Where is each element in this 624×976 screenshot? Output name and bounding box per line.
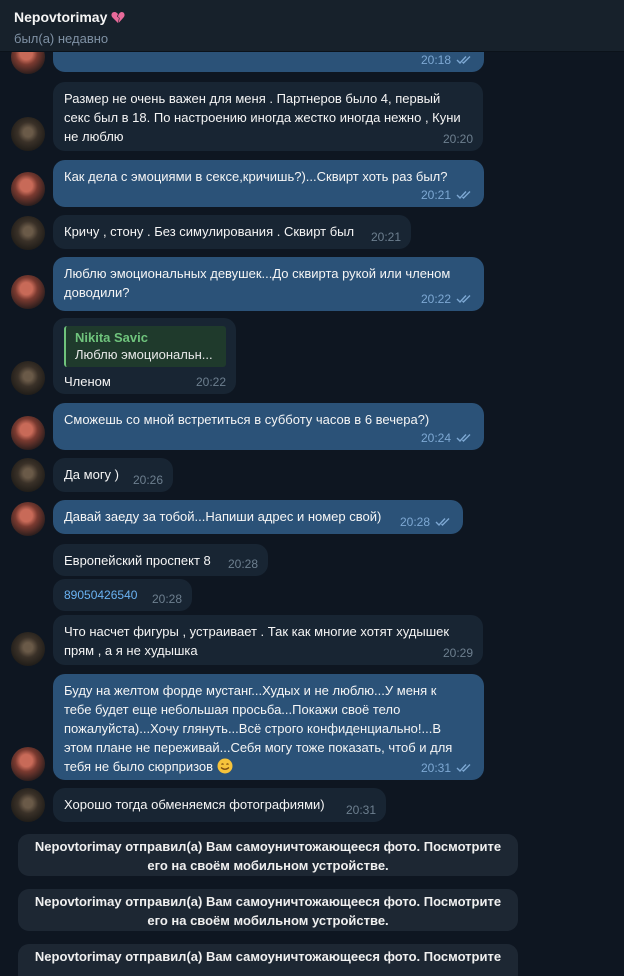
message-meta: 20:21 [371, 230, 401, 244]
message-meta: 20:22 [196, 375, 226, 389]
avatar[interactable] [11, 502, 45, 536]
message-text: Что насчет фигуры , устраивает . Так как… [64, 624, 450, 658]
message-time: 20:24 [420, 431, 451, 445]
message-bubble[interactable]: Размер не очень важен для меня . Партнер… [53, 82, 483, 151]
message-time: 20:20 [442, 132, 473, 146]
contact-name: Nepovtorimay [14, 9, 108, 25]
double-check-icon [456, 434, 471, 443]
message-bubble[interactable]: Да могу ) 20:26 [53, 458, 173, 492]
message-text: Буду на желтом форде мустанг...Худых и н… [64, 681, 464, 776]
message-meta: 20:31 [421, 761, 474, 775]
double-check-icon [435, 518, 450, 527]
service-message[interactable]: Nepovtorimay отправил(а) Вам самоуничтож… [18, 944, 518, 976]
double-check-icon [456, 764, 471, 773]
message-time: 20:18 [420, 53, 451, 67]
avatar[interactable] [11, 361, 45, 395]
message-meta: 20:18 [421, 53, 474, 67]
message-text: Давай заеду за тобой...Напиши адрес и но… [64, 509, 382, 524]
message-meta: 20:28 [400, 515, 453, 529]
message-meta: 20:28 [228, 557, 258, 571]
avatar[interactable] [11, 632, 45, 666]
message-bubble[interactable]: Что насчет фигуры , устраивает . Так как… [53, 615, 483, 665]
message-bubble[interactable]: Как дела с эмоциями в сексе,кричишь?)...… [53, 160, 484, 207]
message-bubble[interactable]: Nikita Savic Люблю эмоциональн... Членом… [53, 318, 236, 394]
message-time: 20:28 [399, 515, 430, 529]
message-text: Хорошо тогда обменяемся фотографиями) [64, 797, 325, 812]
message-bubble[interactable]: Сможешь со мной встретиться в субботу ча… [53, 403, 484, 450]
message-meta: 20:29 [443, 646, 473, 660]
service-text-line2: его на своём мобильном устройстве. [147, 858, 389, 873]
service-message[interactable]: Nepovtorimay отправил(а) Вам самоуничтож… [18, 834, 518, 876]
message-meta: 20:21 [421, 188, 474, 202]
message-text: Сможешь со мной встретиться в субботу ча… [64, 412, 430, 427]
avatar[interactable] [11, 52, 45, 74]
message-meta: 20:20 [443, 132, 473, 146]
message-time: 20:31 [345, 803, 376, 817]
contact-title[interactable]: Nepovtorimay [14, 9, 610, 25]
service-text-line2: его на своём мобильном устройстве. [147, 913, 389, 928]
avatar[interactable] [11, 117, 45, 151]
reply-text: Люблю эмоциональн... [75, 347, 213, 362]
chat-header[interactable]: Nepovtorimay был(а) недавно [0, 0, 624, 52]
message-meta: 20:31 [346, 803, 376, 817]
reply-quote[interactable]: Nikita Savic Люблю эмоциональн... [64, 326, 226, 367]
avatar[interactable] [11, 275, 45, 309]
message-meta: 20:28 [152, 592, 182, 606]
message-time: 20:26 [132, 473, 163, 487]
message-time: 20:31 [420, 761, 451, 775]
avatar[interactable] [11, 788, 45, 822]
message-time: 20:28 [151, 592, 182, 606]
double-check-icon [456, 56, 471, 65]
message-time: 20:21 [420, 188, 451, 202]
message-bubble[interactable]: 20:18 [53, 52, 484, 72]
avatar[interactable] [11, 216, 45, 250]
avatar[interactable] [11, 747, 45, 781]
message-time: 20:22 [195, 375, 226, 389]
message-meta: 20:26 [133, 473, 163, 487]
message-text: Люблю эмоциональных девушек...До сквирта… [64, 266, 451, 300]
message-text: Размер не очень важен для меня . Партнер… [64, 91, 461, 144]
message-bubble[interactable]: Хорошо тогда обменяемся фотографиями) 20… [53, 788, 386, 822]
message-bubble[interactable]: Люблю эмоциональных девушек...До сквирта… [53, 257, 484, 311]
message-bubble[interactable]: Давай заеду за тобой...Напиши адрес и но… [53, 500, 463, 534]
message-bubble[interactable]: Буду на желтом форде мустанг...Худых и н… [53, 674, 484, 780]
message-time: 20:22 [420, 292, 451, 306]
avatar[interactable] [11, 458, 45, 492]
message-bubble[interactable]: 89050426540 20:28 [53, 579, 192, 611]
double-check-icon [456, 295, 471, 304]
message-time: 20:29 [442, 646, 473, 660]
contact-status: был(а) недавно [14, 31, 109, 46]
avatar[interactable] [11, 172, 45, 206]
service-text-line1: Nepovtorimay отправил(а) Вам самоуничтож… [34, 894, 502, 909]
message-time: 20:21 [370, 230, 401, 244]
message-time: 20:28 [227, 557, 258, 571]
message-bubble[interactable]: Европейский проспект 8 20:28 [53, 544, 268, 576]
message-text: Как дела с эмоциями в сексе,кричишь?)...… [64, 169, 448, 184]
service-message[interactable]: Nepovtorimay отправил(а) Вам самоуничтож… [18, 889, 518, 931]
smile-emoji-icon [217, 758, 233, 774]
message-text: Кричу , стону . Без симулирования . Скви… [64, 224, 355, 239]
avatar[interactable] [11, 416, 45, 450]
message-bubble[interactable]: Кричу , стону . Без симулирования . Скви… [53, 215, 411, 249]
broken-heart-icon [111, 11, 125, 23]
reply-author: Nikita Savic [75, 330, 148, 345]
service-text-line1: Nepovtorimay отправил(а) Вам самоуничтож… [34, 949, 502, 964]
message-text-body: Буду на желтом форде мустанг...Худых и н… [64, 683, 453, 774]
message-list[interactable]: 20:18 Размер не очень важен для меня . П… [0, 52, 624, 976]
double-check-icon [456, 191, 471, 200]
service-text-line1: Nepovtorimay отправил(а) Вам самоуничтож… [34, 839, 502, 854]
message-meta: 20:24 [421, 431, 474, 445]
message-meta: 20:22 [421, 292, 474, 306]
